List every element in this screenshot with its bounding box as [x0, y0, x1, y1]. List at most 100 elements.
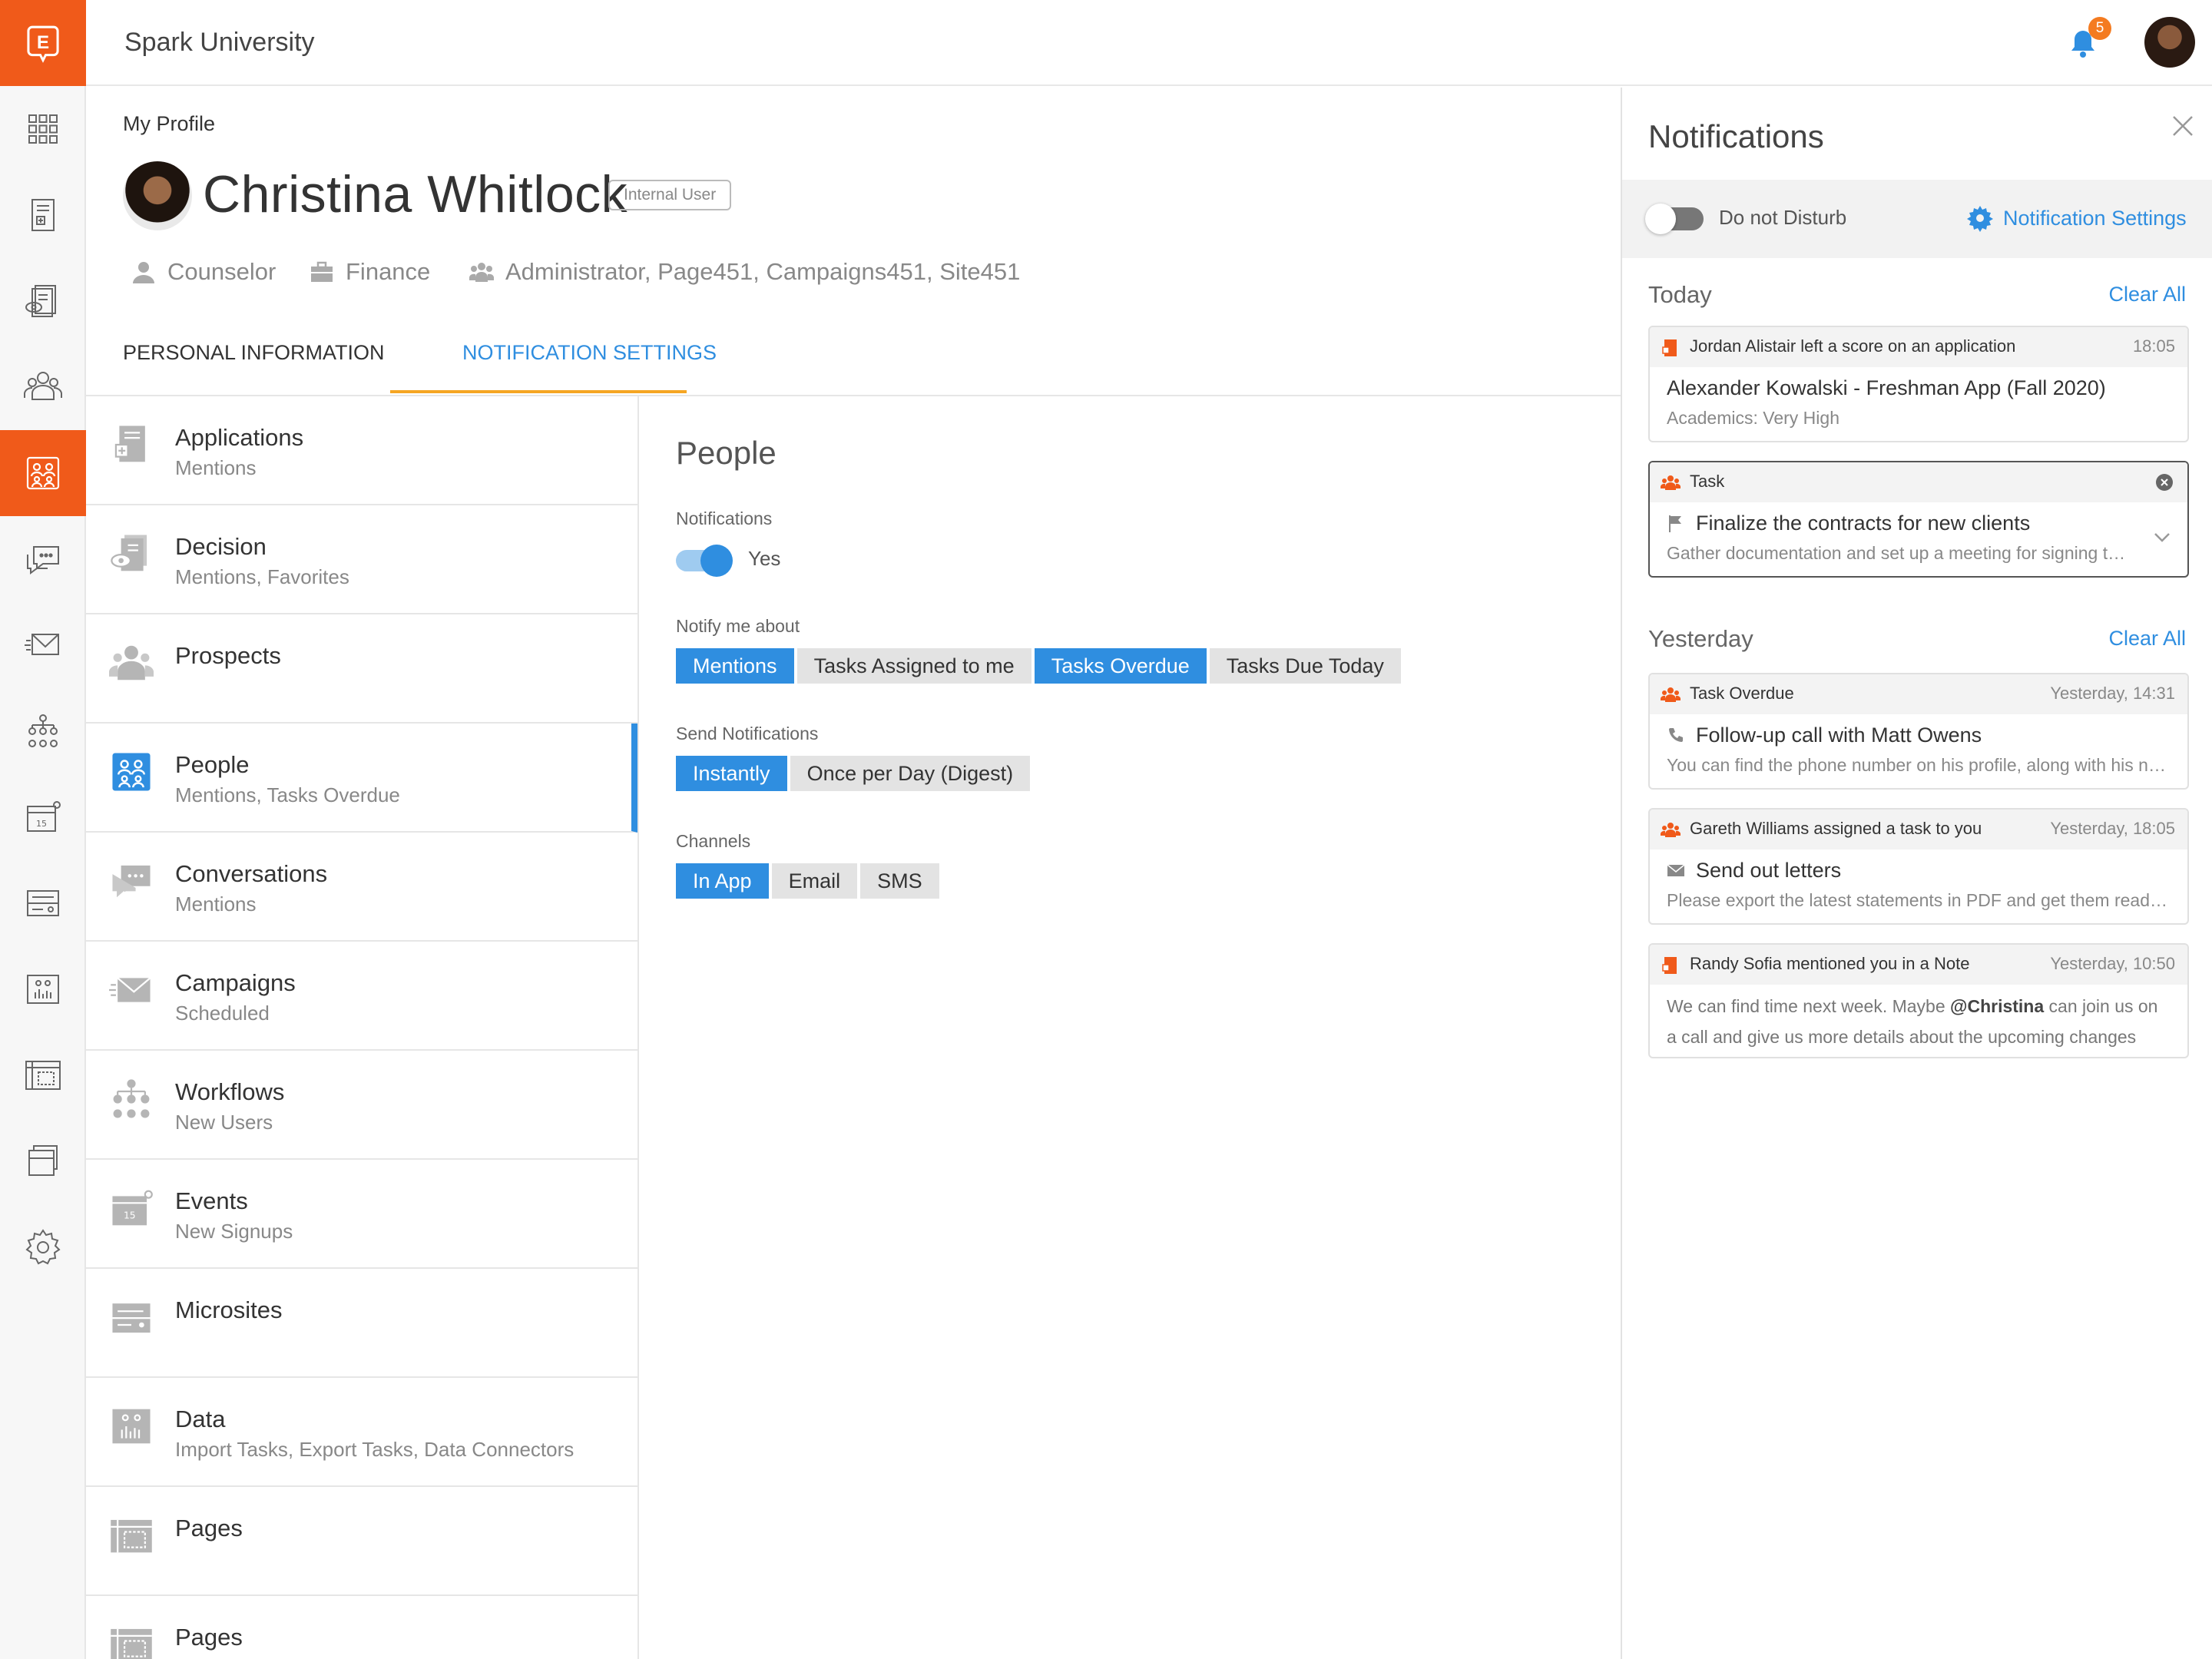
rail-item-settings[interactable] [0, 1204, 86, 1290]
data-icon [112, 1409, 151, 1444]
clear-all-today-button[interactable]: Clear All [2108, 283, 2186, 306]
close-icon[interactable] [2169, 112, 2197, 140]
card-header: Task [1650, 462, 2187, 502]
rail-item-campaigns[interactable] [0, 602, 86, 688]
category-pages[interactable]: Pages [86, 1487, 637, 1596]
category-pages-2[interactable]: Pages [86, 1596, 637, 1659]
dismiss-icon[interactable] [2155, 473, 2174, 492]
phone-icon [1669, 728, 1683, 742]
channel-option-email[interactable]: Email [771, 863, 858, 899]
rail-item-pages[interactable] [0, 1032, 86, 1118]
rail-item-dashboard[interactable] [0, 86, 86, 172]
pages-icon [111, 1519, 152, 1553]
category-data[interactable]: Data Import Tasks, Export Tasks, Data Co… [86, 1378, 637, 1487]
card-body: Send out letters Please export the lates… [1650, 849, 2187, 911]
notify-option-tasks-due-today[interactable]: Tasks Due Today [1209, 648, 1401, 684]
rail-item-microsites[interactable] [0, 860, 86, 946]
svg-text:15: 15 [124, 1210, 136, 1220]
category-workflows[interactable]: Workflows New Users [86, 1051, 637, 1160]
rail-item-conversations[interactable] [0, 516, 86, 602]
category-applications[interactable]: Applications Mentions [86, 396, 637, 505]
notification-card[interactable]: Gareth Williams assigned a task to you Y… [1648, 808, 2189, 925]
profile-avatar [123, 161, 192, 230]
notifications-toggle[interactable] [676, 545, 733, 577]
category-decision[interactable]: Decision Mentions, Favorites [86, 505, 637, 614]
tab-personal-information[interactable]: PERSONAL INFORMATION [123, 341, 385, 365]
profile-groups: Administrator, Page451, Campaigns451, Si… [469, 258, 1020, 286]
notification-card[interactable]: Task Overdue Yesterday, 14:31 Follow-up … [1648, 673, 2189, 790]
send-options: Instantly Once per Day (Digest) [676, 756, 1031, 791]
notifications-panel: Notifications Do not Disturb Notificatio… [1621, 88, 2212, 1659]
logo-icon: E [27, 25, 59, 63]
category-title: Conversations [175, 860, 328, 887]
active-tab-indicator [390, 390, 687, 393]
notification-card-task[interactable]: Task Finalize the contracts for new clie… [1648, 461, 2189, 578]
category-conversations[interactable]: Conversations Mentions [86, 833, 637, 942]
tab-notification-settings[interactable]: NOTIFICATION SETTINGS [462, 341, 717, 365]
rail-item-people[interactable] [0, 430, 86, 516]
people-icon [26, 456, 60, 490]
notification-card-note[interactable]: Randy Sofia mentioned you in a Note Yest… [1648, 943, 2189, 1058]
flag-icon [1669, 515, 1681, 532]
rail-item-workflows[interactable] [0, 688, 86, 774]
channel-option-sms[interactable]: SMS [860, 863, 939, 899]
category-title: Data [175, 1406, 226, 1432]
rail-item-events[interactable]: 15 [0, 774, 86, 860]
task-title: Send out letters [1696, 859, 1842, 882]
briefcase-icon [311, 261, 333, 282]
send-option-instantly[interactable]: Instantly [676, 756, 787, 791]
category-events[interactable]: 15 Events New Signups [86, 1160, 637, 1269]
do-not-disturb-toggle[interactable] [1645, 204, 1704, 234]
category-title: Pages [175, 1515, 243, 1541]
clear-all-yesterday-button[interactable]: Clear All [2108, 627, 2186, 651]
person-icon [133, 262, 154, 283]
notify-option-tasks-overdue[interactable]: Tasks Overdue [1034, 648, 1207, 684]
notification-count-badge: 5 [2088, 17, 2111, 40]
notification-card[interactable]: Jordan Alistair left a score on an appli… [1648, 326, 2189, 442]
today-heading: Today [1648, 281, 1712, 308]
user-avatar[interactable] [2144, 17, 2195, 68]
pages-icon [25, 1061, 61, 1090]
category-people[interactable]: People Mentions, Tasks Overdue [86, 724, 637, 833]
category-prospects[interactable]: Prospects [86, 614, 637, 724]
role-label: Counselor [167, 258, 276, 285]
rail-item-documents[interactable] [0, 1118, 86, 1204]
card-time: Yesterday, 10:50 [2050, 954, 2175, 973]
rail-item-applications[interactable] [0, 172, 86, 258]
category-campaigns[interactable]: Campaigns Scheduled [86, 942, 637, 1051]
card-body: We can find time next week. Maybe @Chris… [1650, 985, 2187, 1057]
notify-option-mentions[interactable]: Mentions [676, 648, 794, 684]
campaigns-icon [109, 977, 151, 1002]
toggle-knob [700, 545, 733, 577]
send-option-digest[interactable]: Once per Day (Digest) [790, 756, 1031, 791]
channels-label: Channels [676, 831, 751, 851]
card-header: Gareth Williams assigned a task to you Y… [1650, 810, 2187, 849]
chevron-down-icon[interactable] [2151, 525, 2174, 548]
task-title: Finalize the contracts for new clients [1696, 512, 2031, 535]
rail-item-prospects[interactable] [0, 344, 86, 430]
category-microsites[interactable]: Microsites [86, 1269, 637, 1378]
notify-option-tasks-assigned[interactable]: Tasks Assigned to me [796, 648, 1031, 684]
department-label: Finance [346, 258, 431, 285]
settings-gear-icon [25, 1229, 61, 1265]
card-sub-text: Please export the latest statements in P… [1667, 890, 2171, 910]
notifications-value: Yes [748, 547, 781, 570]
profile-role: Counselor [131, 258, 276, 286]
prospects-icon [109, 645, 154, 680]
notifications-toolbar: Do not Disturb Notification Settings [1622, 180, 2212, 258]
applications-icon [31, 199, 55, 231]
documents-icon [28, 1145, 58, 1176]
conversations-icon [27, 546, 59, 575]
category-subtitle: New Signups [175, 1220, 293, 1243]
events-icon: 15 [112, 1190, 153, 1226]
workflows-icon [113, 1079, 150, 1118]
rail-item-data[interactable] [0, 946, 86, 1032]
channel-option-in-app[interactable]: In App [676, 863, 769, 899]
app-logo[interactable]: E [0, 0, 86, 86]
category-subtitle: Mentions [175, 456, 257, 479]
rail-item-decision[interactable] [0, 258, 86, 344]
notification-settings-link[interactable]: Notification Settings [1966, 204, 2187, 232]
notifications-title: Notifications [1648, 118, 1824, 154]
category-title: People [175, 751, 250, 778]
note-mention[interactable]: @Christina [1950, 996, 2044, 1016]
